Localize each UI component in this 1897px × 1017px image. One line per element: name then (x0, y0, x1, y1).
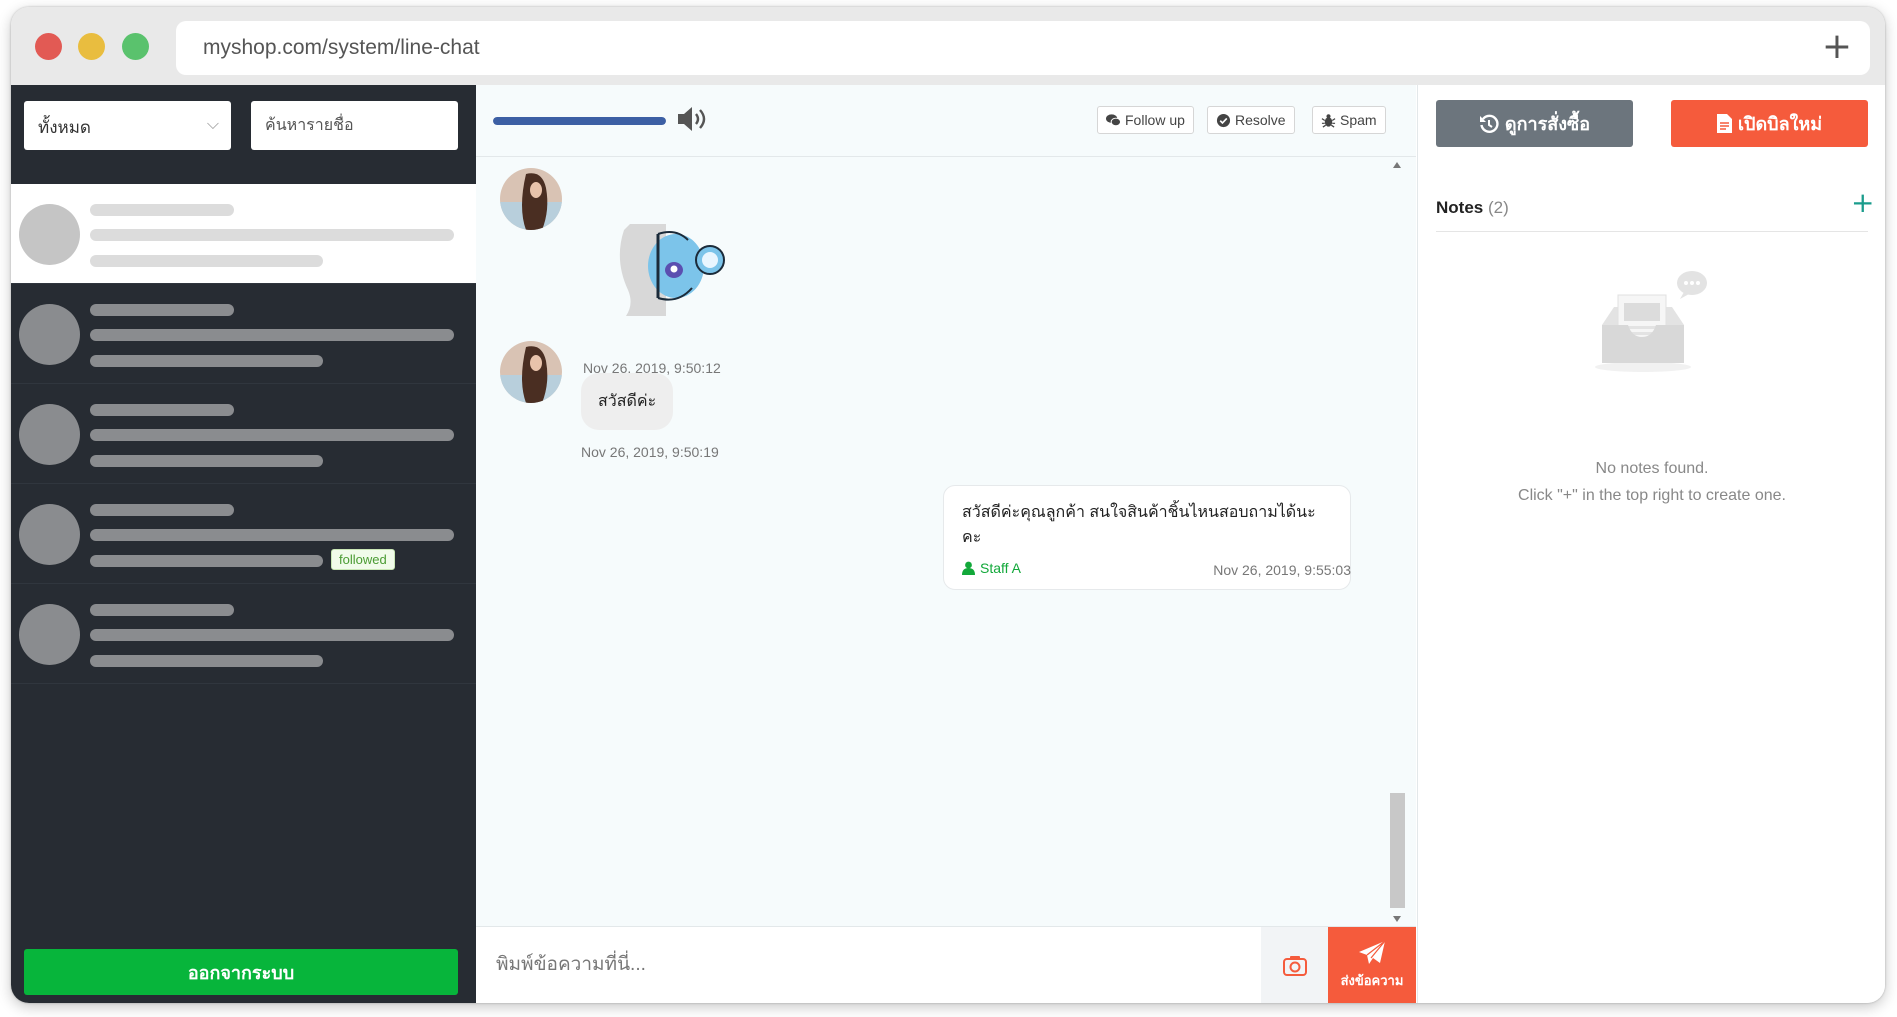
koala-sticker-image[interactable] (606, 210, 726, 320)
notes-title: Notes (2) (1436, 198, 1509, 218)
message-scrollbar[interactable] (1390, 160, 1405, 924)
skeleton-line (90, 204, 234, 216)
message-input[interactable] (476, 927, 1261, 1003)
message-timestamp: Nov 26, 2019, 9:55:03 (1213, 562, 1351, 578)
conversation-sidebar: ทั้งหมด ⌵ ค้นหารายชื่อ followed ออกจากระ… (11, 85, 476, 1003)
conversation-item[interactable] (11, 584, 476, 684)
skeleton-line (90, 655, 323, 667)
empty-notes-line1: No notes found. (1595, 460, 1709, 477)
customer-detail-panel: ดูการสั่งซื้อ เปิดบิลใหม่ Notes (2) + No… (1417, 85, 1885, 1003)
skeleton-line (90, 355, 323, 367)
message-composer: ส่งข้อความ (476, 926, 1416, 1003)
check-circle-icon (1216, 113, 1231, 127)
new-tab-plus-icon[interactable]: + (1822, 29, 1852, 65)
skeleton-line (90, 555, 323, 567)
new-bill-button[interactable]: เปิดบิลใหม่ (1671, 100, 1868, 147)
followed-badge: followed (331, 549, 395, 570)
incoming-message-bubble: สวัสดีค่ะ (581, 373, 674, 430)
chat-toolbar: Follow up Resolve Spam (476, 85, 1416, 157)
customer-avatar[interactable] (500, 168, 562, 230)
skeleton-line (90, 329, 454, 341)
skeleton-line (90, 455, 323, 467)
url-text: myshop.com/system/line-chat (203, 36, 480, 59)
conversation-item[interactable] (11, 284, 476, 384)
contact-search-input[interactable] (251, 101, 458, 150)
camera-icon (1282, 955, 1307, 976)
skeleton-line (90, 229, 454, 241)
staff-name: Staff A (980, 560, 1021, 576)
conversation-item[interactable] (11, 384, 476, 484)
follow-up-button[interactable]: Follow up (1097, 106, 1194, 134)
follow-up-label: Follow up (1125, 112, 1185, 128)
skeleton-line (90, 629, 454, 641)
send-message-button[interactable]: ส่งข้อความ (1328, 927, 1416, 1003)
close-window-button[interactable] (35, 33, 62, 60)
skeleton-line (90, 404, 234, 416)
conversation-filter-select[interactable]: ทั้งหมด ⌵ (24, 101, 231, 150)
customer-avatar[interactable] (500, 341, 562, 403)
skeleton-line (90, 304, 234, 316)
view-orders-label: ดูการสั่งซื้อ (1504, 114, 1591, 134)
audio-progress-bar[interactable] (493, 117, 666, 125)
avatar-placeholder (19, 504, 80, 565)
minimize-window-button[interactable] (78, 33, 105, 60)
conversation-item[interactable]: followed (11, 484, 476, 584)
paper-plane-icon (1359, 940, 1386, 964)
avatar-placeholder (19, 204, 80, 265)
comments-icon (1106, 113, 1121, 126)
avatar-placeholder (19, 404, 80, 465)
avatar-placeholder (19, 304, 80, 365)
skeleton-line (90, 604, 234, 616)
chat-panel: Follow up Resolve Spam Nov 26, 2019, 9:5… (476, 85, 1416, 1003)
empty-notes-message: No notes found. Click "+" in the top rig… (1418, 455, 1885, 509)
browser-window: myshop.com/system/line-chat + ทั้งหมด ⌵ (11, 7, 1885, 1003)
skeleton-line (90, 529, 454, 541)
scroll-up-arrow[interactable] (1393, 162, 1401, 168)
chevron-down-icon: ⌵ (206, 114, 219, 133)
scroll-down-arrow[interactable] (1393, 916, 1401, 922)
skeleton-line (90, 504, 234, 516)
audio-progress-fill (493, 117, 666, 125)
logout-button[interactable]: ออกจากระบบ (24, 949, 458, 995)
new-bill-label: เปิดบิลใหม่ (1737, 114, 1823, 134)
inbox-empty-icon (1595, 271, 1707, 372)
history-icon (1479, 114, 1499, 133)
add-note-plus-icon[interactable]: + (1851, 189, 1874, 217)
message-list: Nov 26, 2019, 9:50:12 สวัสดีค่ะ Nov 26, … (476, 158, 1386, 926)
resolve-button[interactable]: Resolve (1207, 106, 1295, 134)
spam-button[interactable]: Spam (1312, 106, 1386, 134)
filter-selected-value: ทั้งหมด (38, 118, 91, 137)
notes-count: (2) (1487, 198, 1509, 217)
message-text: สวัสดีค่ะ (598, 393, 657, 410)
maximize-window-button[interactable] (122, 33, 149, 60)
skeleton-line (90, 255, 323, 267)
resolve-label: Resolve (1235, 112, 1286, 128)
user-icon (962, 561, 975, 575)
upload-image-button[interactable] (1261, 927, 1328, 1003)
bug-icon (1321, 113, 1336, 128)
skeleton-line (90, 429, 454, 441)
spam-label: Spam (1340, 112, 1377, 128)
avatar-placeholder (19, 604, 80, 665)
empty-notes-line2: Click "+" in the top right to create one… (1518, 487, 1786, 504)
conversation-list: followed (11, 184, 476, 684)
browser-titlebar: myshop.com/system/line-chat + (11, 7, 1885, 85)
speaker-icon[interactable] (676, 104, 708, 134)
send-label: ส่งข้อความ (1340, 972, 1404, 988)
message-timestamp: Nov 26, 2019, 9:50:19 (581, 444, 719, 460)
address-bar[interactable]: myshop.com/system/line-chat + (176, 21, 1870, 75)
divider (1436, 231, 1868, 232)
view-orders-button[interactable]: ดูการสั่งซื้อ (1436, 100, 1633, 147)
message-text: สวัสดีค่ะคุณลูกค้า สนใจสินค้าชิ้นไหนสอบถ… (962, 504, 1316, 546)
conversation-item[interactable] (11, 184, 476, 284)
file-invoice-icon (1716, 114, 1732, 133)
scrollbar-thumb[interactable] (1390, 793, 1405, 908)
notes-title-text: Notes (1436, 198, 1484, 217)
